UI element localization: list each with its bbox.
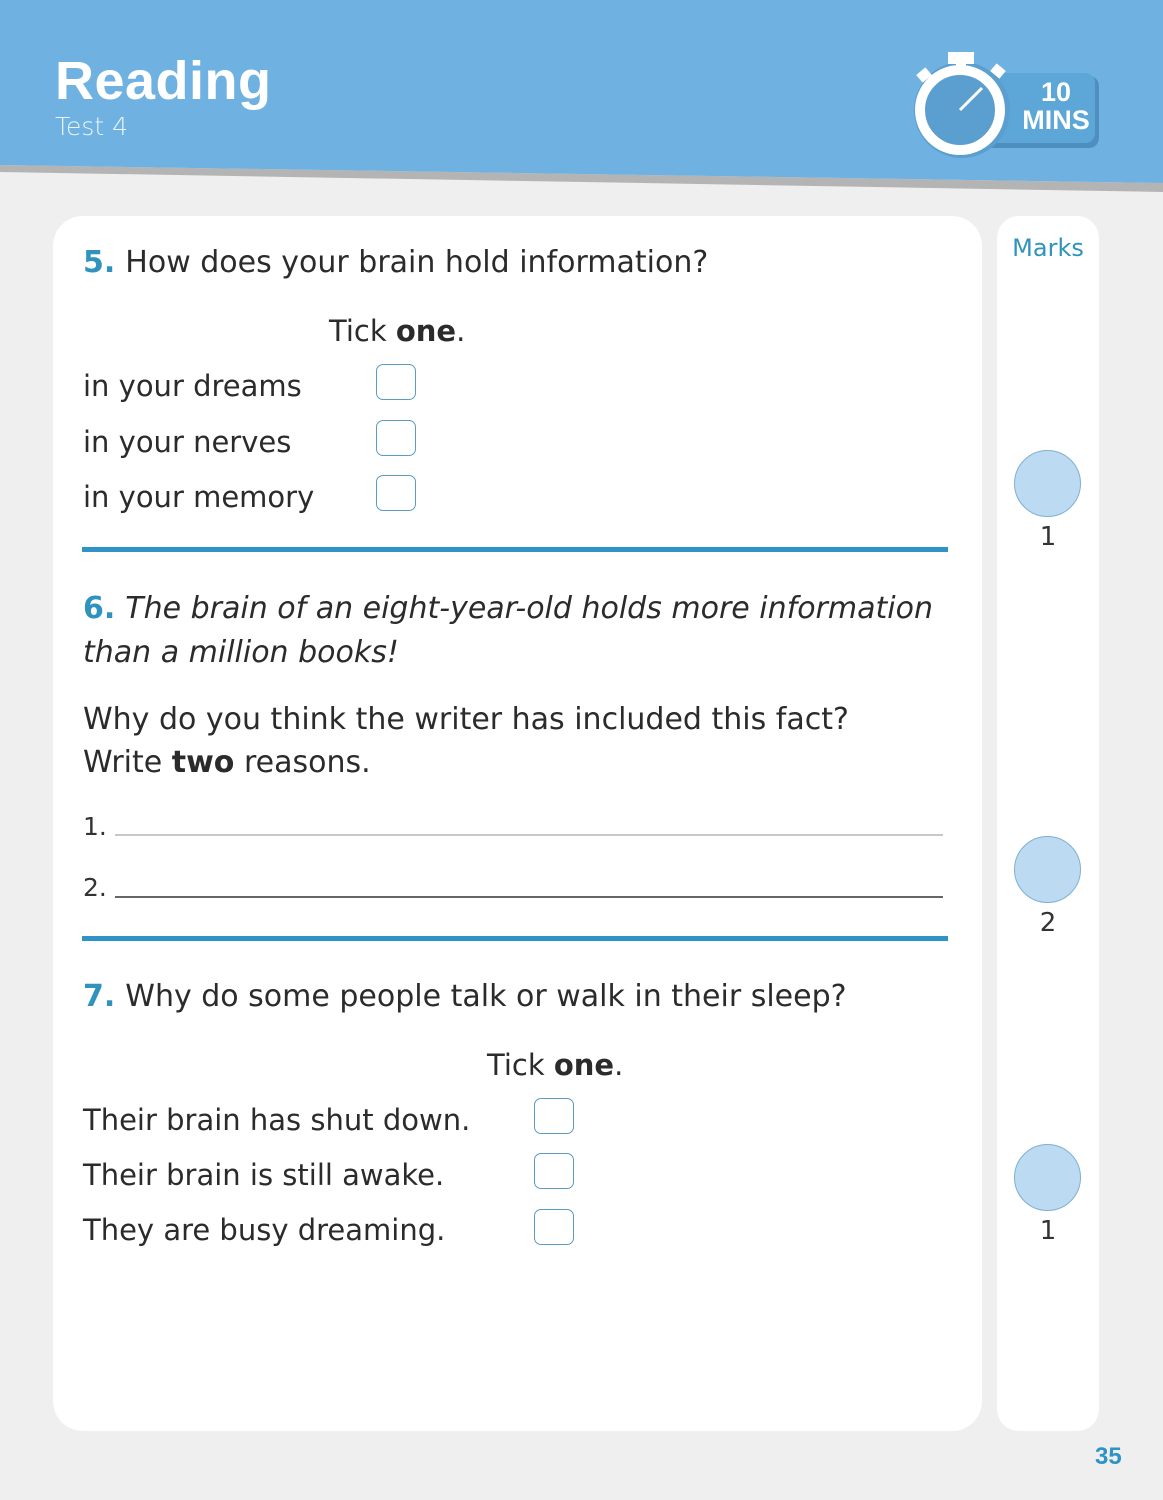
mark-circle[interactable]	[1014, 836, 1081, 903]
option-checkbox[interactable]	[376, 420, 416, 456]
timer-value: 10	[1040, 77, 1072, 107]
option-label: in your memory	[83, 480, 315, 514]
option-checkbox[interactable]	[376, 475, 416, 511]
question-number: 5.	[83, 245, 116, 280]
mark-value: 1	[1039, 1216, 1057, 1246]
mark-value: 2	[1039, 908, 1057, 938]
option-checkbox[interactable]	[534, 1098, 574, 1134]
write-instruction: Write two reasons.	[83, 745, 371, 780]
mark-circle[interactable]	[1014, 1144, 1081, 1211]
option-label: in your dreams	[83, 369, 302, 403]
question-7: 7. Why do some people talk or walk in the…	[83, 979, 847, 1014]
marks-column: Marks 1 2 1	[997, 216, 1099, 1431]
answer-label: 2.	[83, 873, 107, 902]
question-5: 5. How does your brain hold information?	[83, 245, 708, 280]
answer-line-1[interactable]	[115, 834, 943, 836]
answer-line-2[interactable]	[115, 896, 943, 898]
page-title: Reading	[55, 51, 272, 111]
answer-label: 1.	[83, 812, 107, 841]
marks-title: Marks	[1012, 234, 1084, 262]
quote-line: The brain of an eight-year-old holds mor…	[125, 591, 933, 626]
timer-badge: 10 MINS	[912, 48, 1102, 163]
question-number: 6.	[83, 591, 116, 626]
quote-line: than a million books!	[83, 635, 399, 670]
page-number: 35	[1095, 1443, 1122, 1470]
mark-value: 1	[1039, 522, 1057, 552]
option-label: Their brain has shut down.	[83, 1103, 471, 1137]
tick-instruction: Tick one.	[487, 1048, 624, 1082]
question-text: Why do some people talk or walk in their…	[125, 979, 847, 1014]
question-number: 7.	[83, 979, 116, 1014]
section-divider	[82, 547, 948, 552]
page-subtitle: Test 4	[55, 112, 129, 141]
option-checkbox[interactable]	[534, 1153, 574, 1189]
question-6-quote: 6. The brain of an eight-year-old holds m…	[83, 591, 933, 626]
option-label: Their brain is still awake.	[83, 1158, 445, 1192]
option-checkbox[interactable]	[376, 364, 416, 400]
option-label: in your nerves	[83, 425, 292, 459]
section-divider	[82, 936, 948, 941]
tick-instruction: Tick one.	[329, 314, 466, 348]
option-label: They are busy dreaming.	[83, 1213, 446, 1247]
option-checkbox[interactable]	[534, 1209, 574, 1245]
question-text: How does your brain hold information?	[125, 245, 709, 280]
mark-circle[interactable]	[1014, 450, 1081, 517]
timer-unit: MINS	[1022, 105, 1090, 135]
question-prompt: Why do you think the writer has included…	[83, 702, 849, 737]
